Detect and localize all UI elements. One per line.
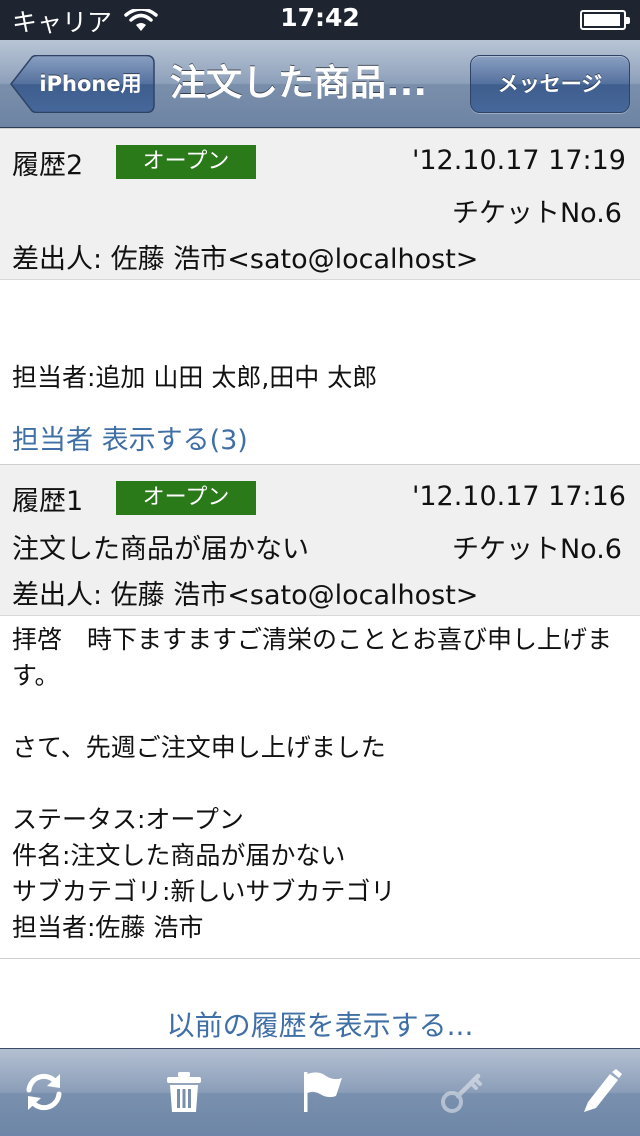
history-2-body: 担当者:追加 山田 太郎,田中 太郎 <box>12 363 378 392</box>
battery-icon <box>580 10 630 30</box>
trash-icon[interactable] <box>160 1068 208 1116</box>
history-label: 履歴2 <box>12 150 84 181</box>
history-date: '12.10.17 17:19 <box>411 145 626 176</box>
ticket-number: チケットNo.6 <box>451 534 622 565</box>
divider <box>0 958 640 959</box>
navigation-bar: iPhone用 注文した商品... メッセージ <box>0 40 640 128</box>
page-title: 注文した商品... <box>170 63 428 104</box>
status-badge: オープン <box>116 145 256 179</box>
sender: 差出人: 佐藤 浩市<sato@localhost> <box>12 580 479 611</box>
ticket-number: チケットNo.6 <box>451 198 622 229</box>
history-date: '12.10.17 17:16 <box>411 481 626 512</box>
refresh-icon[interactable] <box>20 1068 68 1116</box>
history-1-header[interactable]: 履歴1 オープン '12.10.17 17:16 注文した商品が届かない チケッ… <box>0 464 640 616</box>
flag-icon[interactable] <box>298 1068 346 1116</box>
history-label: 履歴1 <box>12 486 84 517</box>
status-badge: オープン <box>116 481 256 515</box>
back-button-label: iPhone用 <box>39 72 142 96</box>
history-subject: 注文した商品が届かない <box>12 534 309 565</box>
show-previous-history-link[interactable]: 以前の履歴を表示する... <box>0 1004 640 1044</box>
history-1-body: 拝啓 時下ますますご清栄のこととお喜び申し上げます。 さて、先週ご注文申し上げま… <box>12 625 613 942</box>
sender: 差出人: 佐藤 浩市<sato@localhost> <box>12 244 479 275</box>
history-2-header[interactable]: 履歴2 オープン '12.10.17 17:19 チケットNo.6 差出人: 佐… <box>0 128 640 280</box>
compose-icon[interactable] <box>576 1068 624 1116</box>
clock: 17:42 <box>280 3 360 32</box>
back-button[interactable]: iPhone用 <box>10 55 155 113</box>
key-icon[interactable] <box>438 1068 486 1116</box>
bottom-toolbar <box>0 1048 640 1136</box>
message-button[interactable]: メッセージ <box>470 55 630 113</box>
status-bar: キャリア 17:42 <box>0 0 640 40</box>
show-assignees-link[interactable]: 担当者 表示する(3) <box>12 418 248 457</box>
